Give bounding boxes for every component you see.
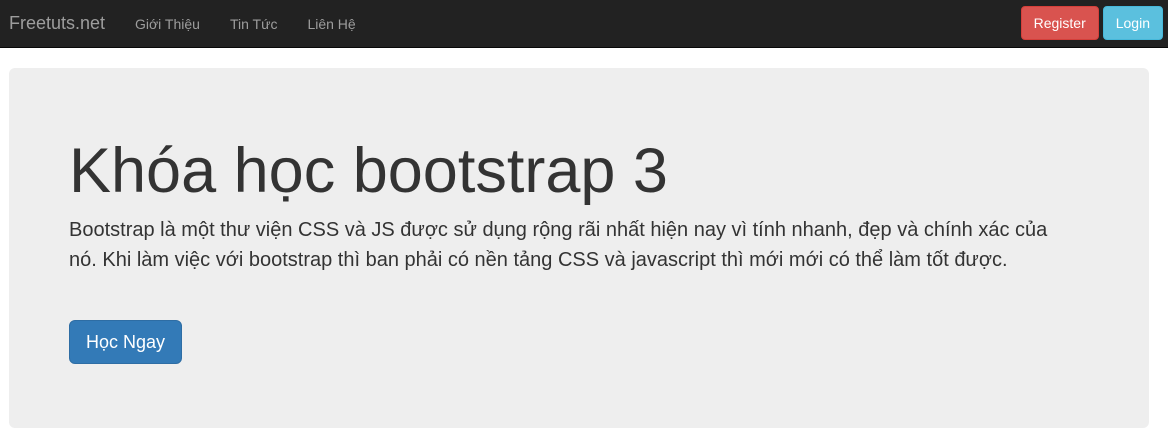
- nav-link-lien-he[interactable]: Liên Hệ: [292, 14, 370, 34]
- nav-links: Giới Thiệu Tin Tức Liên Hệ: [120, 0, 371, 48]
- nav-link-gioi-thieu[interactable]: Giới Thiệu: [120, 14, 215, 34]
- top-navbar: Freetuts.net Giới Thiệu Tin Tức Liên Hệ …: [0, 0, 1168, 48]
- login-button[interactable]: Login: [1102, 6, 1163, 40]
- register-button[interactable]: Register: [1020, 6, 1099, 40]
- brand-link[interactable]: Freetuts.net: [9, 13, 105, 33]
- jumbotron-description: Bootstrap là một thư viện CSS và JS được…: [69, 219, 1048, 271]
- nav-actions: Register Login: [1020, 6, 1163, 40]
- jumbotron-title: Khóa học bootstrap 3: [69, 136, 668, 206]
- hoc-ngay-button[interactable]: Học Ngay: [69, 320, 183, 364]
- jumbotron: Khóa học bootstrap 3 Bootstrap là một th…: [9, 68, 1149, 428]
- nav-link-tin-tuc[interactable]: Tin Tức: [215, 14, 293, 34]
